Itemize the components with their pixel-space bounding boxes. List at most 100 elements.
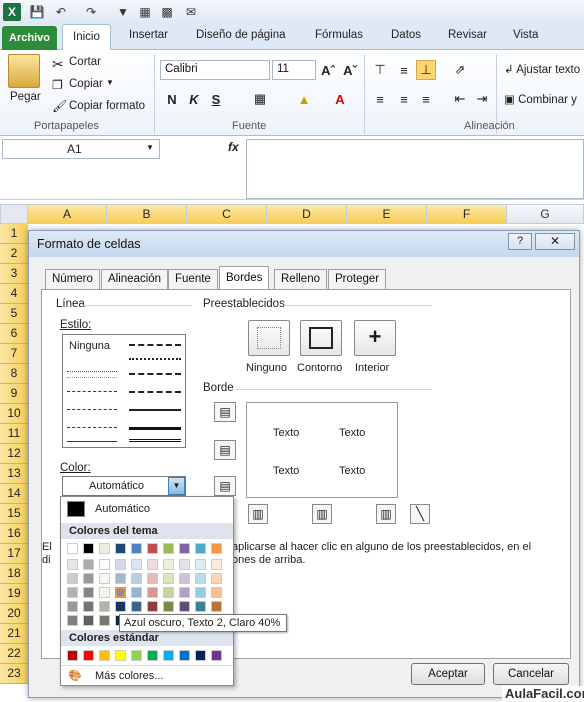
color-swatch[interactable] [195, 559, 206, 570]
color-swatch[interactable] [99, 615, 110, 626]
align-center-icon[interactable]: ≡ [394, 89, 414, 109]
line-style[interactable] [67, 377, 117, 378]
borders-icon[interactable]: ▦ [250, 89, 270, 109]
fx-button[interactable]: fx [228, 140, 239, 154]
color-swatch[interactable] [83, 573, 94, 584]
color-swatch[interactable] [131, 573, 142, 584]
row-header[interactable]: 2 [0, 244, 28, 264]
shrink-font-icon[interactable]: Aˇ [340, 60, 360, 80]
color-swatch[interactable] [147, 587, 158, 598]
tab-datos[interactable]: Datos [391, 29, 421, 41]
color-swatch[interactable] [131, 650, 142, 661]
border-preview[interactable]: Texto Texto Texto Texto [246, 402, 398, 498]
row-header[interactable]: 20 [0, 604, 28, 624]
color-swatch[interactable] [211, 573, 222, 584]
border-bottom-button[interactable]: ▤ [214, 476, 236, 496]
color-swatch[interactable] [99, 650, 110, 661]
bold-button[interactable]: N [162, 89, 182, 109]
row-header[interactable]: 7 [0, 344, 28, 364]
align-middle-icon[interactable]: ≡ [394, 60, 414, 80]
row-header[interactable]: 15 [0, 504, 28, 524]
name-box[interactable]: A1 [2, 139, 160, 159]
color-swatch[interactable] [83, 650, 94, 661]
tab-proteger[interactable]: Proteger [328, 269, 387, 289]
tab-bordes[interactable]: Bordes [219, 266, 270, 290]
border-right-button[interactable]: ▥ [376, 504, 396, 524]
color-swatch[interactable] [115, 650, 126, 661]
color-swatch[interactable] [147, 559, 158, 570]
more-colors-option[interactable]: Más colores... [95, 670, 163, 682]
color-swatch[interactable] [67, 573, 78, 584]
color-swatch[interactable] [83, 559, 94, 570]
row-header[interactable]: 21 [0, 624, 28, 644]
tab-revisar[interactable]: Revisar [448, 29, 487, 41]
color-swatch[interactable] [195, 587, 206, 598]
chevron-down-icon[interactable]: ▼ [168, 477, 185, 495]
color-swatch[interactable] [163, 587, 174, 598]
column-header[interactable]: A [28, 204, 107, 224]
line-style[interactable] [67, 441, 117, 442]
color-swatch[interactable] [179, 573, 190, 584]
align-right-icon[interactable]: ≡ [416, 89, 436, 109]
row-header[interactable]: 22 [0, 644, 28, 664]
cancel-button[interactable]: Cancelar [493, 663, 569, 685]
color-swatch[interactable] [115, 601, 126, 612]
border-top-button[interactable]: ▤ [214, 402, 236, 422]
row-header[interactable]: 8 [0, 364, 28, 384]
tab-diseno[interactable]: Diseño de página [196, 29, 286, 41]
color-swatch[interactable] [195, 601, 206, 612]
undo-icon[interactable]: ↶ [52, 3, 70, 21]
automatic-swatch[interactable] [67, 501, 85, 517]
color-swatch[interactable] [179, 559, 190, 570]
border-diagonal-button[interactable]: ╲ [410, 504, 430, 524]
line-style[interactable] [67, 427, 117, 428]
row-header[interactable]: 14 [0, 484, 28, 504]
line-style-list[interactable]: Ninguna [62, 334, 186, 448]
save-icon[interactable]: 💾 [28, 3, 46, 21]
tab-archivo[interactable]: Archivo [2, 26, 57, 50]
copy-format-button[interactable]: Copiar formato [69, 100, 145, 112]
color-swatch[interactable] [83, 543, 94, 554]
preset-outline-button[interactable] [300, 320, 342, 356]
line-style[interactable] [129, 344, 181, 346]
color-swatch[interactable] [99, 543, 110, 554]
select-all-corner[interactable] [0, 204, 28, 224]
decrease-indent-icon[interactable]: ⇤ [450, 89, 470, 109]
color-swatch[interactable] [211, 650, 222, 661]
color-swatch[interactable] [131, 543, 142, 554]
color-swatch[interactable] [147, 573, 158, 584]
chevron-down-icon[interactable]: ▼ [106, 78, 114, 87]
tab-formulas[interactable]: Fórmulas [315, 29, 363, 41]
align-top-icon[interactable]: ⊤ [370, 60, 390, 80]
color-swatch[interactable] [67, 615, 78, 626]
line-style[interactable] [129, 439, 181, 442]
row-header[interactable]: 9 [0, 384, 28, 404]
paste-icon[interactable] [8, 54, 40, 88]
orientation-icon[interactable]: ⇗ [450, 60, 470, 80]
column-header[interactable]: B [107, 204, 187, 224]
color-swatch[interactable] [211, 559, 222, 570]
row-header[interactable]: 13 [0, 464, 28, 484]
color-swatch[interactable] [114, 586, 127, 599]
align-bottom-icon[interactable]: ⊥ [416, 60, 436, 80]
merge-button[interactable]: ▣ Combinar y [504, 92, 577, 106]
color-swatch[interactable] [147, 650, 158, 661]
preset-inside-button[interactable]: + [354, 320, 396, 356]
row-header[interactable]: 18 [0, 564, 28, 584]
color-swatch[interactable] [131, 559, 142, 570]
color-swatch[interactable] [83, 601, 94, 612]
grow-font-icon[interactable]: Aˆ [318, 60, 338, 80]
line-style[interactable] [129, 358, 181, 360]
color-swatch[interactable] [67, 559, 78, 570]
formula-input[interactable] [246, 139, 584, 199]
tab-alineacion[interactable]: Alineación [101, 269, 169, 289]
color-swatch[interactable] [131, 587, 142, 598]
paste-button[interactable]: Pegar [10, 91, 41, 103]
row-header[interactable]: 12 [0, 444, 28, 464]
color-swatch[interactable] [163, 650, 174, 661]
tab-insertar[interactable]: Insertar [129, 29, 168, 41]
borders-icon[interactable]: ▦ [136, 3, 154, 21]
increase-indent-icon[interactable]: ⇥ [472, 89, 492, 109]
mail-icon[interactable]: ✉ [182, 3, 200, 21]
color-swatch[interactable] [99, 573, 110, 584]
